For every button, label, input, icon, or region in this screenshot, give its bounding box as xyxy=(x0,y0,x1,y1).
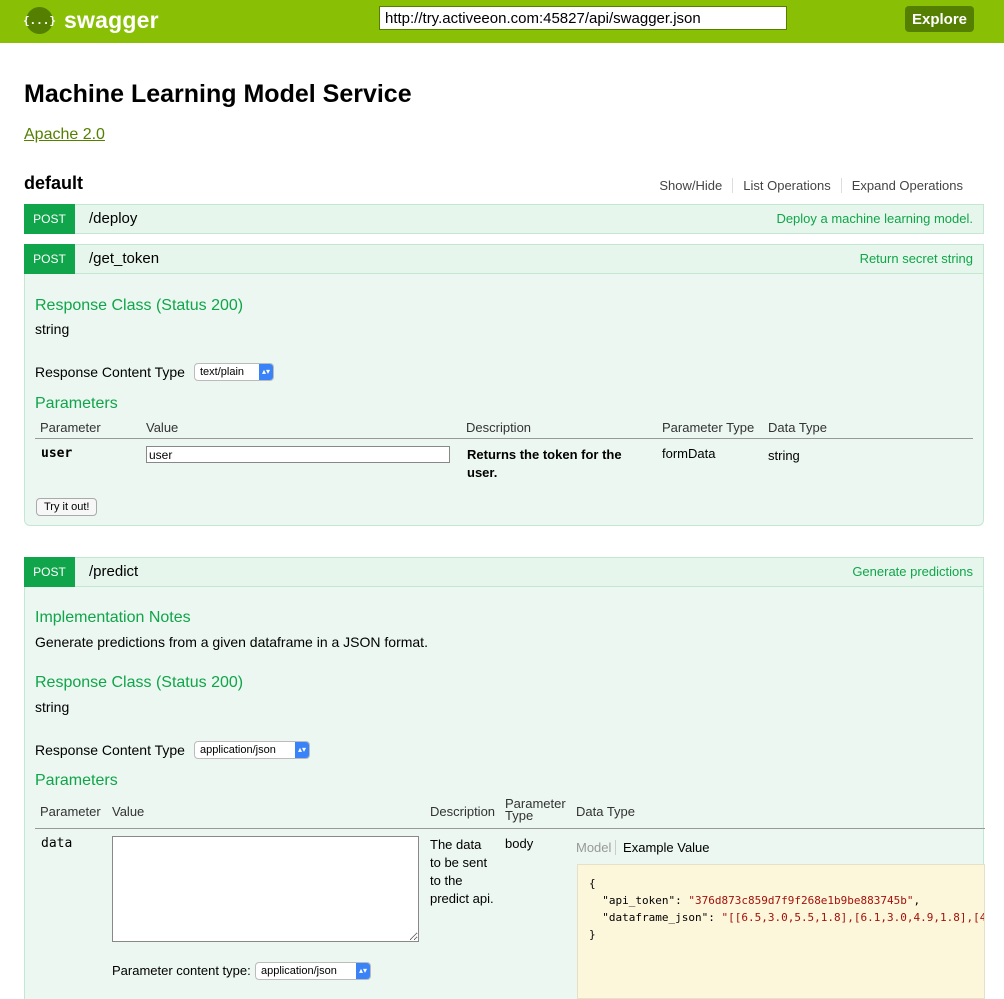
param-description: Returns the token for the user. xyxy=(467,447,622,480)
select-value: text/plain xyxy=(200,366,245,378)
show-hide-link[interactable]: Show/Hide xyxy=(649,178,732,193)
param-description: The data to be sent to the predict api. xyxy=(430,837,494,906)
col-description: Description xyxy=(466,420,532,435)
param-type: formData xyxy=(662,446,716,461)
example-value-box[interactable]: { "api_token": "376d873c859d7f9f268e1b9b… xyxy=(577,864,985,999)
select-arrows-icon: ▴▾ xyxy=(295,742,309,758)
col-parameter-type: Parameter Type xyxy=(505,796,566,823)
http-method-badge[interactable]: POST xyxy=(24,244,75,274)
response-content-type-label: Response Content Type xyxy=(35,364,185,380)
select-arrows-icon: ▴▾ xyxy=(356,963,370,979)
table-divider xyxy=(35,828,985,829)
col-data-type: Data Type xyxy=(768,420,828,435)
param-content-type-label: Parameter content type: xyxy=(112,963,251,978)
list-operations-link[interactable]: List Operations xyxy=(732,178,840,193)
col-data-type: Data Type xyxy=(576,804,636,819)
parameters-heading: Parameters xyxy=(35,772,118,789)
model-tabs: Model Example Value xyxy=(576,840,710,855)
col-description: Description xyxy=(430,804,496,819)
implementation-notes: Generate predictions from a given datafr… xyxy=(35,634,428,650)
response-class-value: string xyxy=(35,699,70,715)
param-name: user xyxy=(41,446,73,461)
operation-deploy-heading[interactable]: POST /deploy Deploy a machine learning m… xyxy=(24,204,984,234)
select-value: application/json xyxy=(261,965,337,977)
json-value: "376d873c859d7f9f268e1b9be883745b" xyxy=(688,894,914,907)
response-content-type-select[interactable]: application/json ▴▾ xyxy=(194,741,310,759)
page-title: Machine Learning Model Service xyxy=(24,80,412,108)
license-link[interactable]: Apache 2.0 xyxy=(24,126,105,144)
select-value: application/json xyxy=(200,744,276,756)
col-parameter: Parameter xyxy=(40,420,101,435)
resource-actions: Show/Hide List Operations Expand Operati… xyxy=(649,178,973,193)
param-name: data xyxy=(41,836,73,851)
response-class-heading: Response Class (Status 200) xyxy=(35,674,244,691)
resource-name[interactable]: default xyxy=(24,173,83,194)
param-type: body xyxy=(505,836,534,851)
operation-get-token-heading[interactable]: POST /get_token Return secret string xyxy=(24,244,984,274)
col-value: Value xyxy=(146,420,179,435)
response-content-type-label: Response Content Type xyxy=(35,742,185,758)
api-url-input[interactable] xyxy=(379,6,787,30)
response-class-value: string xyxy=(35,321,70,337)
col-value: Value xyxy=(112,804,145,819)
swagger-logo-text: swagger xyxy=(64,6,159,33)
operation-summary[interactable]: Return secret string xyxy=(860,251,973,266)
select-arrows-icon: ▴▾ xyxy=(259,364,273,380)
operation-predict-content: Implementation Notes Generate prediction… xyxy=(24,587,985,999)
table-divider xyxy=(35,438,973,439)
http-method-badge[interactable]: POST xyxy=(24,557,75,587)
swagger-logo[interactable]: {...} swagger xyxy=(23,6,159,34)
operation-summary[interactable]: Deploy a machine learning model. xyxy=(776,211,973,226)
operation-get-token-content: Response Class (Status 200) string Respo… xyxy=(24,274,984,526)
operation-path[interactable]: /deploy xyxy=(89,210,137,227)
param-data-type: string xyxy=(768,448,800,463)
response-content-type-select[interactable]: text/plain ▴▾ xyxy=(194,363,274,381)
example-value-tab[interactable]: Example Value xyxy=(620,840,709,855)
response-class-heading: Response Class (Status 200) xyxy=(35,297,244,314)
operation-summary[interactable]: Generate predictions xyxy=(852,564,973,579)
top-bar: {...} swagger Explore xyxy=(0,0,1004,43)
parameters-heading: Parameters xyxy=(35,395,118,412)
explore-button[interactable]: Explore xyxy=(905,6,974,32)
json-key: "api_token" xyxy=(602,894,676,907)
json-value: "[[6.5,3.0,5.5,1.8],[6.1,3.0,4.9,1.8],[4 xyxy=(721,911,985,924)
expand-operations-link[interactable]: Expand Operations xyxy=(840,178,973,193)
implementation-notes-heading: Implementation Notes xyxy=(35,609,191,626)
param-user-input[interactable] xyxy=(146,446,450,463)
http-method-badge[interactable]: POST xyxy=(24,204,75,234)
operation-path[interactable]: /get_token xyxy=(89,250,159,267)
col-parameter: Parameter xyxy=(40,804,101,819)
swagger-logo-icon: {...} xyxy=(23,6,56,34)
col-parameter-type: Parameter Type xyxy=(662,420,755,435)
param-content-type-select[interactable]: application/json ▴▾ xyxy=(255,962,371,980)
json-close: } xyxy=(589,928,596,941)
param-data-textarea[interactable] xyxy=(112,836,419,942)
json-open: { xyxy=(589,877,596,890)
json-key: "dataframe_json" xyxy=(602,911,709,924)
operation-predict-heading[interactable]: POST /predict Generate predictions xyxy=(24,557,984,587)
operation-path[interactable]: /predict xyxy=(89,563,138,580)
model-tab[interactable]: Model xyxy=(576,840,617,855)
try-it-out-button[interactable]: Try it out! xyxy=(36,498,98,516)
